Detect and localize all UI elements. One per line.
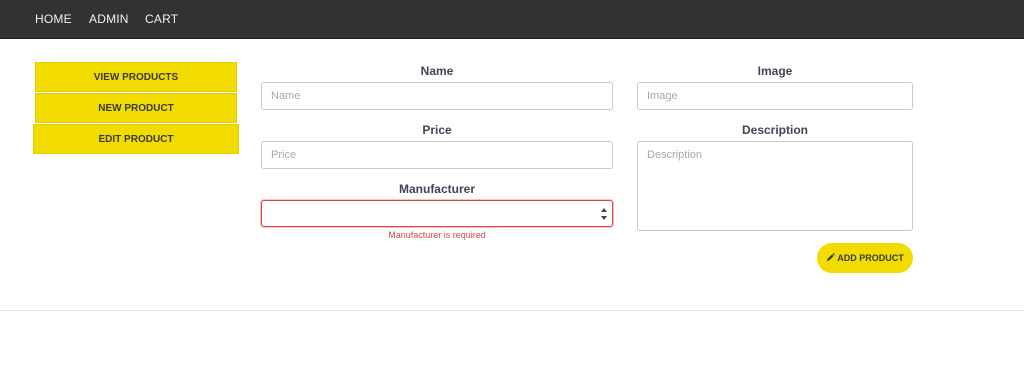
footer-divider — [0, 310, 1024, 311]
manufacturer-error-message: Manufacturer is required — [388, 230, 486, 240]
manufacturer-label: Manufacturer — [398, 182, 475, 196]
top-navbar: HOME ADMIN CART — [0, 0, 1024, 39]
add-product-label: ADD PRODUCT — [837, 253, 904, 263]
pencil-icon — [827, 253, 836, 262]
nav-cart-link[interactable]: CART — [145, 0, 178, 38]
price-input[interactable] — [261, 141, 613, 169]
name-label: Name — [420, 64, 454, 78]
add-product-button[interactable]: ADD PRODUCT — [817, 243, 913, 273]
image-label: Image — [757, 64, 793, 78]
description-label: Description — [741, 123, 808, 137]
nav-home-link[interactable]: HOME — [35, 0, 72, 38]
edit-product-button[interactable]: EDIT PRODUCT — [33, 124, 239, 154]
price-label: Price — [422, 123, 452, 137]
nav-admin-link[interactable]: ADMIN — [89, 0, 129, 38]
description-textarea[interactable] — [637, 141, 913, 231]
image-input[interactable] — [637, 82, 913, 110]
manufacturer-select[interactable] — [261, 200, 613, 227]
new-product-button[interactable]: NEW PRODUCT — [35, 93, 237, 123]
sort-arrows-icon — [601, 208, 607, 220]
view-products-button[interactable]: VIEW PRODUCTS — [35, 62, 237, 92]
name-input[interactable] — [261, 82, 613, 110]
